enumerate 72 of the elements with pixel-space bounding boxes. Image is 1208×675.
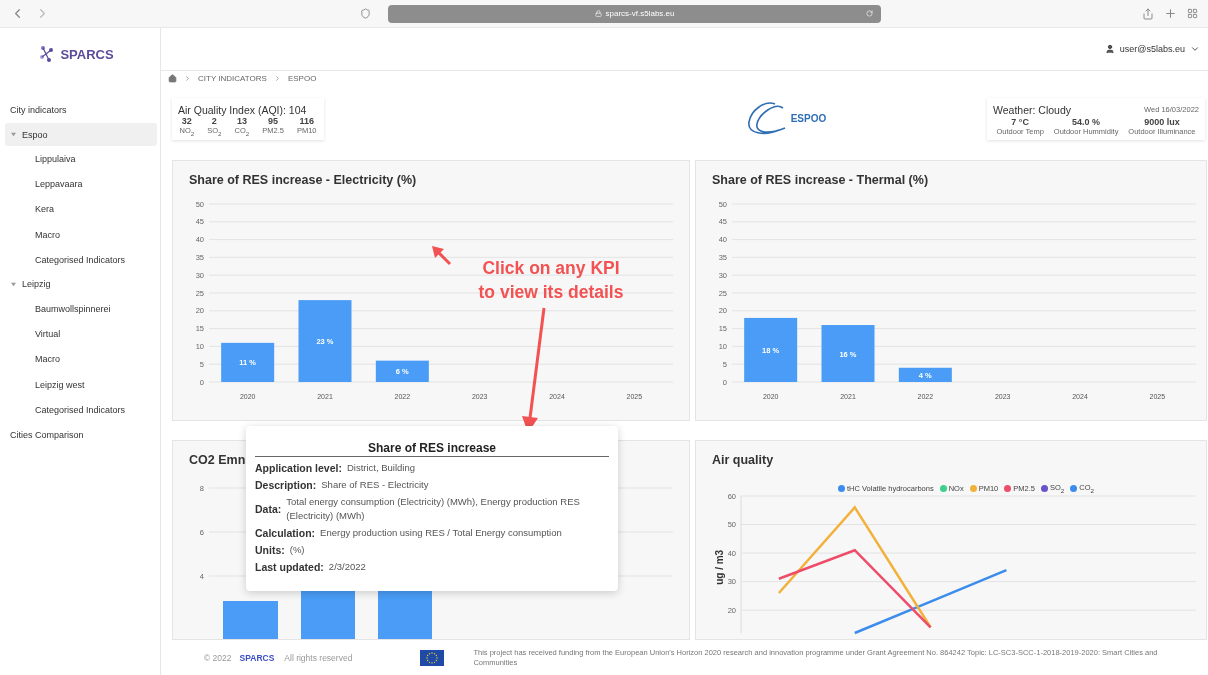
city-logo: ESPOO — [744, 97, 827, 140]
bar[interactable] — [221, 342, 275, 382]
app-logo[interactable]: SPARCS — [0, 28, 160, 80]
tooltip-label: Calculation: — [255, 527, 316, 539]
sidebar-section-title: City indicators — [9, 104, 68, 117]
sidebar-subitem[interactable]: Baumwollspinnerei — [0, 295, 160, 322]
tooltip-value: (%) — [289, 543, 305, 557]
rights-text: All rights reserved — [284, 652, 353, 663]
sidebar-subitem[interactable]: Virtual — [0, 321, 160, 347]
shield-icon[interactable] — [360, 8, 371, 19]
user-menu[interactable]: user@s5labs.eu — [1104, 44, 1200, 54]
weather-title: Weather: Cloudy — [993, 103, 1071, 116]
bar[interactable] — [298, 300, 352, 382]
tooltip-label: Units: — [255, 544, 285, 556]
aqi-title: Air Quality Index (AQI): 104 — [178, 103, 308, 116]
sidebar-subitem[interactable]: Categorised Indicators — [0, 247, 160, 273]
breadcrumb-link[interactable]: CITY INDICATORS — [198, 74, 267, 84]
sidebar-subitem[interactable]: Lippulaiva — [0, 146, 160, 172]
reading-value: 2 — [211, 115, 217, 126]
reading-value: 32 — [181, 115, 192, 126]
bar[interactable] — [744, 317, 798, 382]
user-icon — [1104, 44, 1115, 54]
caret-icon[interactable] — [11, 281, 16, 287]
bar[interactable] — [821, 325, 875, 382]
brand-link[interactable]: SPARCS — [239, 652, 275, 663]
reading-value: 9000 lux — [1144, 117, 1180, 127]
tooltip-label: Data: — [255, 503, 282, 515]
sidebar-subitem[interactable]: Categorised Indicators — [0, 397, 160, 423]
sidebar-item[interactable]: Espoo — [5, 123, 157, 146]
sidebar-subitem[interactable]: Leppavaara — [0, 171, 160, 197]
tooltip-label: Description: — [255, 479, 317, 491]
tooltip-value: 2/3/2022 — [328, 560, 366, 574]
chevron-down-icon — [1190, 44, 1200, 54]
chart-title: CO2 Emn — [189, 453, 246, 467]
axis-label: ug / m3 — [714, 549, 725, 585]
sidebar-subitem[interactable]: Kera — [0, 196, 160, 223]
chart-title: Share of RES increase - Electricity (%) — [189, 173, 417, 187]
tooltip-title: Share of RES increase — [255, 441, 609, 457]
tabs-grid-icon[interactable] — [1187, 8, 1198, 19]
sidebar-subitem[interactable]: Leipzig west — [0, 372, 160, 398]
new-tab-icon[interactable] — [1164, 7, 1177, 20]
chart-title: Air quality — [712, 453, 774, 467]
caret-icon[interactable] — [11, 132, 16, 137]
tooltip-value: District, Building — [346, 461, 416, 475]
reading-value: 54.0 % — [1072, 117, 1101, 127]
chart-title: Share of RES increase - Thermal (%) — [712, 173, 929, 187]
annotation-text: Click on any KPI to view its details — [477, 257, 625, 304]
chevron-right-icon — [273, 75, 281, 83]
copyright-text: © 2022 — [204, 652, 232, 663]
chevron-right-icon — [184, 75, 191, 83]
lock-icon — [594, 10, 602, 17]
bar[interactable] — [375, 360, 429, 382]
tooltip-value: Share of RES - Electricity — [321, 478, 429, 492]
tooltip-value: Total energy consumption (Electricity) (MWh), Energy production RES (Electricity) (MWh) — [286, 495, 581, 523]
reading-value: 13 — [236, 115, 247, 126]
reading-value: 7 °C — [1011, 117, 1029, 127]
sidebar-item[interactable]: Leipzig — [5, 272, 157, 296]
breadcrumb-link[interactable]: ESPOO — [287, 74, 317, 84]
bar[interactable] — [898, 367, 952, 382]
annotation-arrow — [432, 246, 452, 266]
flag-icon — [420, 649, 445, 666]
sidebar-item[interactable]: Cities Comparison — [0, 422, 160, 448]
sidebar-subitem[interactable]: Macro — [0, 222, 160, 248]
tooltip-value: Energy production using RES / Total Energy consumption — [320, 526, 562, 540]
tooltip-label: Last updated: — [255, 561, 324, 573]
reload-icon[interactable] — [866, 10, 873, 17]
reading-value: 116 — [299, 115, 314, 126]
sidebar-subitem[interactable]: Macro — [0, 346, 160, 373]
reading-value: 95 — [268, 115, 279, 126]
tooltip-label: Application level: — [255, 462, 342, 474]
share-icon[interactable] — [1142, 7, 1154, 20]
home-icon[interactable] — [168, 74, 177, 84]
